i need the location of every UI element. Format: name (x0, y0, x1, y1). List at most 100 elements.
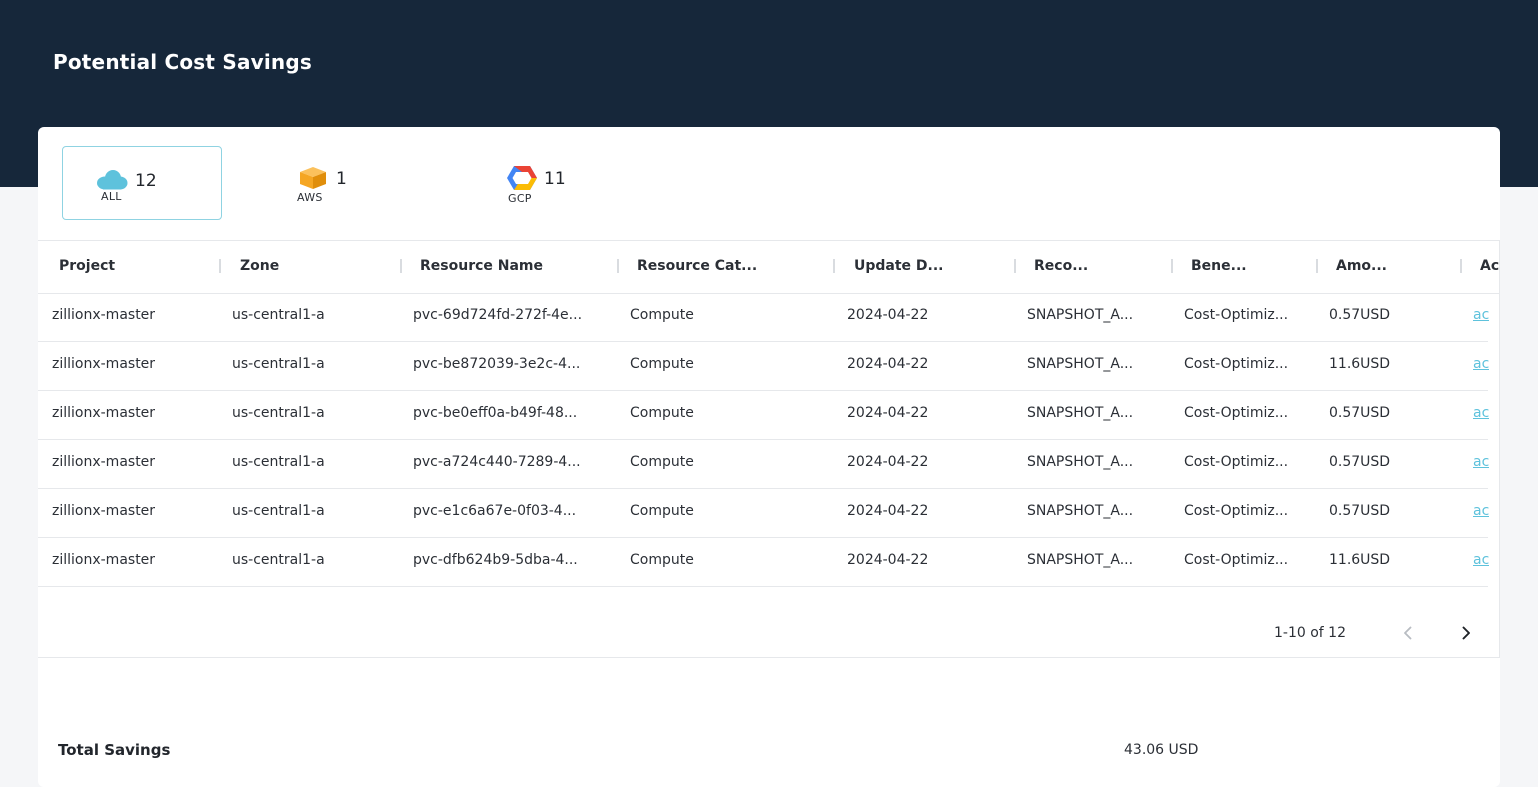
cell-project: zillionx-master (52, 307, 156, 323)
column-header-zone[interactable]: Zone (240, 258, 279, 274)
column-header-resource-category[interactable]: Resource Cat... (637, 258, 757, 274)
cell-resource-category: Compute (630, 552, 694, 568)
cell-update-date: 2024-04-22 (847, 405, 929, 421)
cell-amount: 0.57USD (1329, 405, 1391, 421)
cell-amount: 0.57USD (1329, 307, 1391, 323)
total-savings-label: Total Savings (58, 741, 171, 759)
cell-benefit: Cost-Optimiz... (1184, 405, 1289, 421)
column-resize-handle[interactable] (1316, 259, 1318, 273)
table-row[interactable]: zillionx-master us-central1-a pvc-be8720… (38, 342, 1489, 391)
column-header-benefit[interactable]: Bene... (1191, 258, 1247, 274)
cell-recommendation: SNAPSHOT_A... (1027, 454, 1134, 470)
action-link[interactable]: ac (1473, 454, 1489, 470)
table-row[interactable]: zillionx-master us-central1-a pvc-69d724… (38, 293, 1489, 342)
cell-update-date: 2024-04-22 (847, 356, 929, 372)
action-link[interactable]: ac (1473, 552, 1489, 568)
table-header: Project Zone Resource Name Resource Cat.… (38, 241, 1499, 294)
column-resize-handle[interactable] (833, 259, 835, 273)
cell-project: zillionx-master (52, 552, 156, 568)
column-header-amount[interactable]: Amo... (1336, 258, 1387, 274)
cell-benefit: Cost-Optimiz... (1184, 307, 1289, 323)
table-row[interactable]: zillionx-master us-central1-a pvc-e1c6a6… (38, 489, 1489, 538)
provider-count-gcp: 11 (544, 169, 566, 189)
action-link[interactable]: ac (1473, 307, 1489, 323)
column-header-update-date[interactable]: Update D... (854, 258, 944, 274)
column-resize-handle[interactable] (1014, 259, 1016, 273)
column-header-recommendation[interactable]: Reco... (1034, 258, 1088, 274)
cell-zone: us-central1-a (232, 454, 325, 470)
cell-recommendation: SNAPSHOT_A... (1027, 405, 1134, 421)
table-row[interactable]: zillionx-master us-central1-a pvc-be0eff… (38, 391, 1489, 440)
chevron-left-icon (1404, 626, 1412, 640)
column-resize-handle[interactable] (1460, 259, 1462, 273)
cell-recommendation: SNAPSHOT_A... (1027, 356, 1134, 372)
aws-box-icon (298, 166, 328, 194)
provider-label-gcp: GCP (508, 192, 532, 205)
column-resize-handle[interactable] (219, 259, 221, 273)
pagination-summary: 1-10 of 12 (1274, 625, 1346, 641)
table-row[interactable]: zillionx-master us-central1-a pvc-dfb624… (38, 538, 1489, 587)
cell-benefit: Cost-Optimiz... (1184, 454, 1289, 470)
page-title: Potential Cost Savings (53, 50, 312, 74)
cell-resource-category: Compute (630, 405, 694, 421)
column-header-action[interactable]: Ac (1480, 258, 1499, 274)
provider-count-aws: 1 (336, 169, 347, 189)
cell-amount: 0.57USD (1329, 503, 1391, 519)
cell-update-date: 2024-04-22 (847, 503, 929, 519)
table-body: zillionx-master us-central1-a pvc-69d724… (38, 293, 1489, 587)
cell-zone: us-central1-a (232, 552, 325, 568)
column-header-project[interactable]: Project (59, 258, 115, 274)
action-link[interactable]: ac (1473, 405, 1489, 421)
cell-resource-category: Compute (630, 454, 694, 470)
provider-count-all: 12 (135, 171, 157, 191)
cell-update-date: 2024-04-22 (847, 307, 929, 323)
cell-recommendation: SNAPSHOT_A... (1027, 503, 1134, 519)
savings-table: Project Zone Resource Name Resource Cat.… (38, 240, 1500, 658)
column-resize-handle[interactable] (1171, 259, 1173, 273)
cell-recommendation: SNAPSHOT_A... (1027, 307, 1134, 323)
action-link[interactable]: ac (1473, 356, 1489, 372)
cell-benefit: Cost-Optimiz... (1184, 552, 1289, 568)
cell-amount: 0.57USD (1329, 454, 1391, 470)
cell-resource-name: pvc-e1c6a67e-0f03-4... (413, 503, 577, 519)
cell-zone: us-central1-a (232, 307, 325, 323)
cell-project: zillionx-master (52, 405, 156, 421)
cell-resource-name: pvc-be0eff0a-b49f-48... (413, 405, 578, 421)
savings-card: 12 ALL 1 AWS 11 GCP Project Zone Resourc… (38, 127, 1500, 787)
cell-zone: us-central1-a (232, 503, 325, 519)
cell-amount: 11.6USD (1329, 552, 1391, 568)
cell-resource-name: pvc-be872039-3e2c-4... (413, 356, 581, 372)
cell-resource-category: Compute (630, 307, 694, 323)
cell-recommendation: SNAPSHOT_A... (1027, 552, 1134, 568)
cell-update-date: 2024-04-22 (847, 552, 929, 568)
table-row[interactable]: zillionx-master us-central1-a pvc-a724c4… (38, 440, 1489, 489)
provider-tab-aws[interactable]: 1 AWS (278, 146, 438, 220)
total-savings-value: 43.06 USD (1124, 742, 1199, 758)
cell-zone: us-central1-a (232, 405, 325, 421)
provider-tab-all[interactable]: 12 ALL (62, 146, 222, 220)
gcp-hexagon-icon (506, 165, 538, 195)
column-header-resource-name[interactable]: Resource Name (420, 258, 543, 274)
chevron-right-icon (1462, 626, 1470, 640)
cell-benefit: Cost-Optimiz... (1184, 356, 1289, 372)
cell-resource-name: pvc-69d724fd-272f-4e... (413, 307, 583, 323)
provider-label-all: ALL (101, 190, 122, 203)
cell-zone: us-central1-a (232, 356, 325, 372)
cell-project: zillionx-master (52, 454, 156, 470)
provider-tab-gcp[interactable]: 11 GCP (488, 146, 648, 220)
action-link[interactable]: ac (1473, 503, 1489, 519)
next-page-button[interactable] (1454, 621, 1478, 645)
cell-project: zillionx-master (52, 356, 156, 372)
cell-resource-category: Compute (630, 356, 694, 372)
cell-amount: 11.6USD (1329, 356, 1391, 372)
prev-page-button[interactable] (1396, 621, 1420, 645)
cell-update-date: 2024-04-22 (847, 454, 929, 470)
column-resize-handle[interactable] (400, 259, 402, 273)
cell-resource-category: Compute (630, 503, 694, 519)
column-resize-handle[interactable] (617, 259, 619, 273)
cell-resource-name: pvc-dfb624b9-5dba-4... (413, 552, 578, 568)
provider-label-aws: AWS (297, 191, 323, 204)
cell-resource-name: pvc-a724c440-7289-4... (413, 454, 581, 470)
cell-project: zillionx-master (52, 503, 156, 519)
cell-benefit: Cost-Optimiz... (1184, 503, 1289, 519)
